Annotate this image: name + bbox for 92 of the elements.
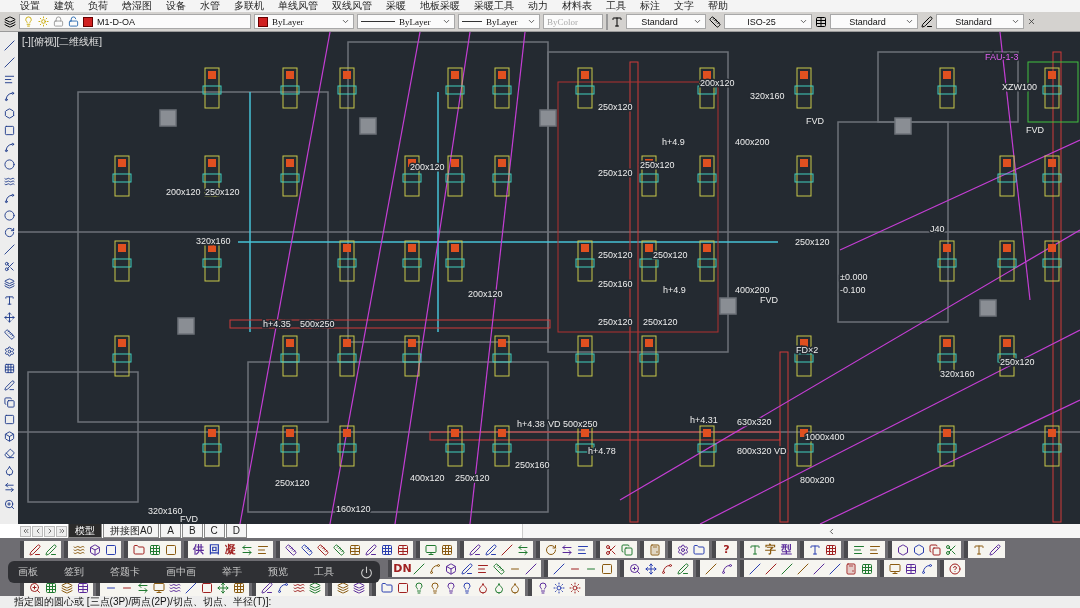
dimension-label: 250x120: [795, 237, 830, 247]
menu-item[interactable]: 材料表: [562, 0, 592, 12]
menu-item[interactable]: 水管: [200, 0, 220, 12]
meeting-button[interactable]: 签到: [64, 565, 84, 579]
tool-button[interactable]: 回: [207, 542, 222, 557]
dimension-label: 320x160: [940, 369, 975, 379]
menu-item[interactable]: 建筑: [54, 0, 74, 12]
layout-tab[interactable]: 拼接图A0: [103, 524, 160, 538]
meeting-button[interactable]: 工具: [314, 565, 334, 579]
dimension-label: 400x120: [410, 473, 445, 483]
dimension-label: 400x200: [735, 285, 770, 295]
dimension-label: 250x120: [455, 473, 490, 483]
dimension-label: 800x200: [800, 475, 835, 485]
dimension-label: 500x250: [300, 319, 335, 329]
dimension-label: 250x160: [515, 460, 550, 470]
menu-item[interactable]: 负荷: [88, 0, 108, 12]
layout-tab[interactable]: D: [225, 524, 248, 538]
style-dropdown[interactable]: ISO-25: [724, 14, 812, 29]
viewport-label[interactable]: [-][俯视][二维线框]: [22, 35, 102, 49]
layer-name: M1-D-OA: [97, 16, 136, 27]
dimension-label: h+4.38: [517, 419, 545, 429]
meeting-button[interactable]: 画板: [18, 565, 38, 579]
dimension-label: VD 500x250: [548, 419, 598, 429]
dimension-label: 800x320 VD: [737, 446, 787, 456]
dimension-label: 250x120: [643, 317, 678, 327]
command-prompt: 指定圆的圆心或 [三点(3P)/两点(2P)/切点、切点、半径(T)]:: [14, 596, 272, 608]
meeting-button[interactable]: 画中画: [166, 565, 196, 579]
meeting-button[interactable]: 答题卡: [110, 565, 140, 579]
menu-item[interactable]: 采暖工具: [474, 0, 514, 12]
tool-button[interactable]: ?: [719, 542, 734, 557]
dimension-label: FVD: [1026, 125, 1044, 135]
dimension-label: 250x120: [205, 187, 240, 197]
dimension-label: 250x120: [275, 478, 310, 488]
dimension-label: 250x120: [598, 250, 633, 260]
dimension-label: FVD: [180, 514, 198, 524]
menu-item[interactable]: 单线风管: [278, 0, 318, 12]
style-dropdown[interactable]: Standard: [936, 14, 1024, 29]
dimension-label: J40: [930, 224, 945, 234]
menu-item[interactable]: 设置: [20, 0, 40, 12]
dimension-label: h+4.78: [588, 446, 616, 456]
dimension-label: 250x120: [640, 160, 675, 170]
dimension-label: 400x200: [735, 137, 770, 147]
dimension-label: FD×2: [796, 345, 819, 355]
menu-item[interactable]: 双线风管: [332, 0, 372, 12]
dimension-label: 250x120: [653, 250, 688, 260]
color-dropdown[interactable]: ByLayer: [254, 14, 354, 29]
dimension-label: h+4.9: [663, 285, 686, 295]
dimension-label: FAU-1-3: [985, 52, 1019, 62]
dimension-label: 250x120: [598, 102, 633, 112]
dimension-label: 1000x400: [805, 432, 845, 442]
layout-tab[interactable]: 模型: [68, 524, 102, 538]
menu-item[interactable]: 工具: [606, 0, 626, 12]
meeting-button[interactable]: 预览: [268, 565, 288, 579]
dimension-label: 320x160: [196, 236, 231, 246]
menu-item[interactable]: 帮助: [708, 0, 728, 12]
dimension-label: h+4.9: [662, 137, 685, 147]
tool-button[interactable]: 凝: [223, 542, 238, 557]
dimension-label: 160x120: [336, 504, 371, 514]
dimension-label: ±0.000: [840, 272, 868, 282]
dimension-label: 200x120: [166, 187, 201, 197]
linetype-dropdown[interactable]: ByLayer: [357, 14, 455, 29]
menu-item[interactable]: 地板采暖: [420, 0, 460, 12]
menu-item[interactable]: 焓湿图: [122, 0, 152, 12]
menu-item[interactable]: 动力: [528, 0, 548, 12]
tool-button[interactable]: 型: [779, 542, 794, 557]
layout-tab[interactable]: C: [203, 524, 225, 538]
tool-button[interactable]: DN: [395, 561, 410, 576]
menu-item[interactable]: 多联机: [234, 0, 264, 12]
dimension-label: 200x120: [700, 78, 735, 88]
layout-tab[interactable]: A: [160, 524, 181, 538]
tool-button[interactable]: 字: [763, 542, 778, 557]
layer-dropdown[interactable]: M1-D-OA: [19, 14, 251, 29]
dimension-label: h+4.31: [690, 415, 718, 425]
dimension-label: 250x120: [598, 317, 633, 327]
dimension-label: 250x120: [598, 168, 633, 178]
menu-item[interactable]: 文字: [674, 0, 694, 12]
dimension-label: 320x160: [750, 91, 785, 101]
menu-item[interactable]: 采暖: [386, 0, 406, 12]
style-dropdown[interactable]: Standard: [830, 14, 918, 29]
dimension-label: FVD: [806, 116, 824, 126]
dimension-label: -0.100: [840, 285, 866, 295]
meeting-button[interactable]: 举手: [222, 565, 242, 579]
tool-button[interactable]: 供: [191, 542, 206, 557]
dimension-label: 250x160: [598, 279, 633, 289]
dimension-label: FVD: [760, 295, 778, 305]
style-dropdown[interactable]: Standard: [626, 14, 706, 29]
menu-item[interactable]: 标注: [640, 0, 660, 12]
menu-item[interactable]: 设备: [166, 0, 186, 12]
lineweight-dropdown[interactable]: ByLayer: [458, 14, 540, 29]
dimension-label: 320x160: [148, 506, 183, 516]
dimension-label: XZW100: [1002, 82, 1037, 92]
layout-tab[interactable]: B: [181, 524, 203, 538]
